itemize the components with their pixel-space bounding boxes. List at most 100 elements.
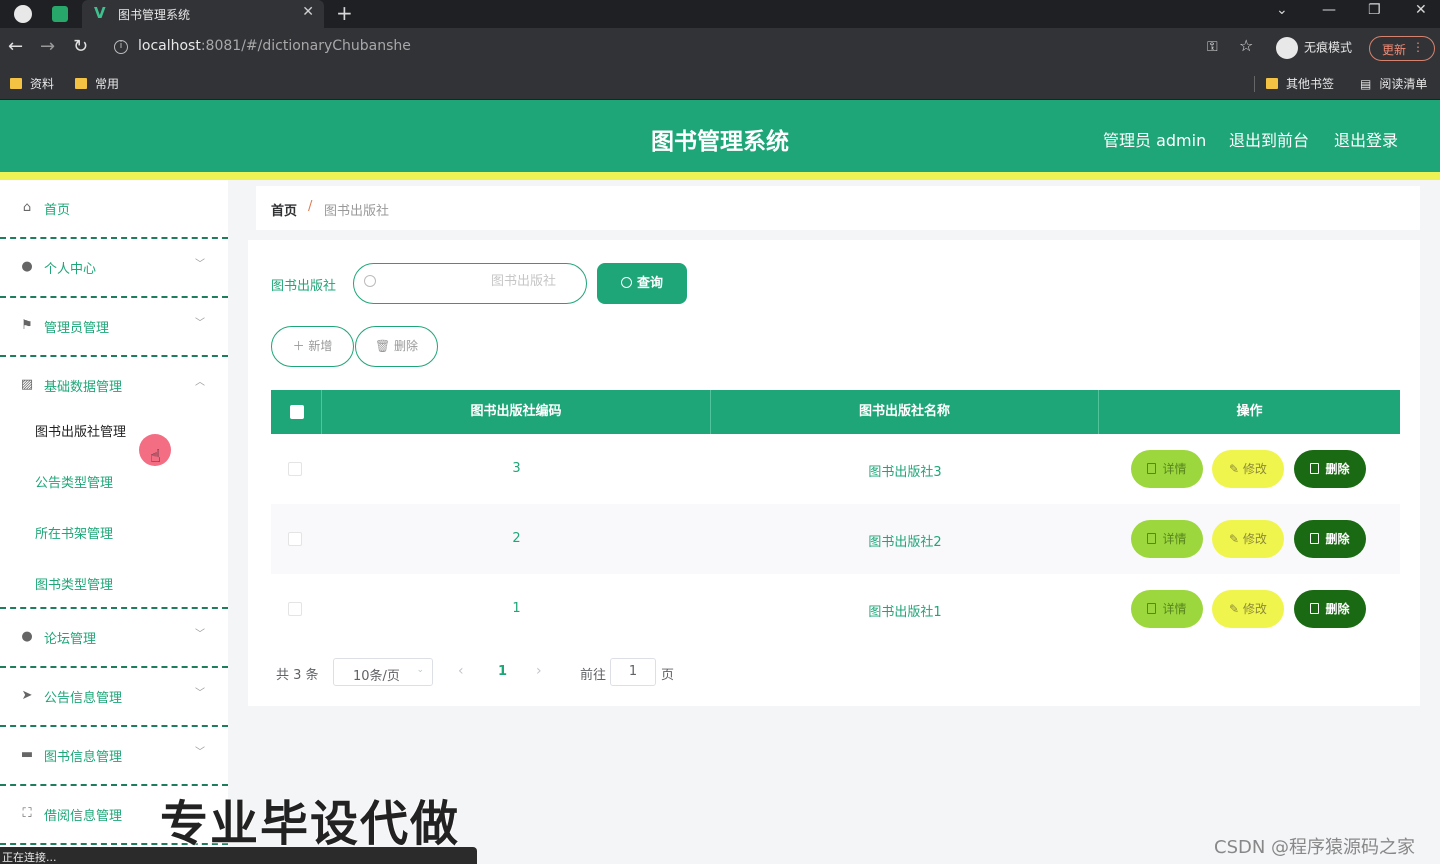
delete-label: 删除 <box>1325 462 1350 476</box>
window-close-icon[interactable]: ✕ <box>1415 2 1427 18</box>
add-button-label: 新增 <box>308 339 333 353</box>
sidebar-item-label: 借阅信息管理 <box>44 809 123 824</box>
sidebar-item-label: 公告信息管理 <box>44 691 123 706</box>
page-size-value: 10条/页 <box>353 669 400 684</box>
browser-profile-icon[interactable] <box>14 5 32 23</box>
delete-label: 删除 <box>1325 532 1350 546</box>
home-icon: ⌂ <box>22 200 32 215</box>
promo-watermark: 专业毕设代做 <box>160 796 461 852</box>
delete-button[interactable]: 删除 <box>1294 590 1366 628</box>
key-icon[interactable]: ⚿ <box>1207 39 1218 55</box>
app-title: 图书管理系统 <box>651 129 789 155</box>
incognito-icon <box>1276 37 1298 59</box>
query-button[interactable]: 查询 <box>597 263 687 304</box>
sidebar-subitem-publisher[interactable]: 图书出版社管理 <box>35 421 126 440</box>
incognito-indicator[interactable]: 无痕模式 <box>1276 37 1352 59</box>
publisher-code-cell: 2 <box>512 531 521 546</box>
search-box[interactable] <box>353 263 587 304</box>
edit-label: 修改 <box>1242 602 1267 616</box>
forward-arrow-icon[interactable]: → <box>40 36 55 57</box>
chevron-down-icon: ﹀ <box>195 259 205 270</box>
pencil-icon: ✎ <box>1229 532 1243 546</box>
back-to-front-link[interactable]: 退出到前台 <box>1229 127 1309 151</box>
search-input[interactable] <box>384 274 580 289</box>
browser-tab-strip: V 图书管理系统 ✕ + ⌄ — ❐ ✕ <box>0 0 1440 28</box>
url-field[interactable]: localhost:8081/#/dictionaryChubanshe <box>138 38 411 54</box>
prev-page-icon[interactable]: ‹ <box>458 663 464 679</box>
edit-button[interactable]: ✎ 修改 <box>1212 520 1284 558</box>
header-accent-strip <box>0 172 1440 180</box>
more-menu-icon[interactable]: ⋮ <box>1412 40 1424 54</box>
star-icon[interactable]: ☆ <box>1239 36 1253 55</box>
sidebar-item-notice[interactable]: ➤ 公告信息管理 ﹀ <box>0 668 228 727</box>
edit-button[interactable]: ✎ 修改 <box>1212 590 1284 628</box>
reading-list[interactable]: ▤ 阅读清单 <box>1360 75 1427 92</box>
restore-icon[interactable]: ❐ <box>1368 2 1381 18</box>
site-info-icon[interactable]: i <box>114 40 128 54</box>
header-select-cell <box>271 390 322 434</box>
sidebar-item-forum[interactable]: ● 论坛管理 ﹀ <box>0 609 228 668</box>
sidebar-item-book-info[interactable]: ▬ 图书信息管理 ﹀ <box>0 727 228 786</box>
detail-label: 详情 <box>1162 602 1187 616</box>
sidebar-item-label: 首页 <box>44 203 71 218</box>
bookmark-folder-changyong[interactable]: 常用 <box>75 75 119 92</box>
reload-icon[interactable]: ↻ <box>73 36 88 57</box>
tab-title: 图书管理系统 <box>118 8 191 22</box>
breadcrumb-home[interactable]: 首页 <box>271 200 297 219</box>
edit-button[interactable]: ✎ 修改 <box>1212 450 1284 488</box>
batch-delete-label: 删除 <box>394 339 419 353</box>
goto-label: 前往 <box>580 668 607 683</box>
new-tab-icon[interactable]: + <box>336 1 353 25</box>
detail-button[interactable]: 详情 <box>1131 450 1203 488</box>
back-arrow-icon[interactable]: ← <box>8 36 23 57</box>
next-page-icon[interactable]: › <box>536 663 542 679</box>
sidebar-subitem-notice-type[interactable]: 公告类型管理 <box>35 472 113 491</box>
goto-page-input[interactable]: 1 <box>610 658 656 686</box>
delete-button[interactable]: 删除 <box>1294 450 1366 488</box>
update-button[interactable]: 更新 ⋮ <box>1369 36 1435 61</box>
pinned-tab-icon[interactable] <box>52 6 68 22</box>
sidebar-subitem-book-type[interactable]: 图书类型管理 <box>35 574 113 593</box>
url-path: :8081/#/dictionaryChubanshe <box>200 38 411 54</box>
page-number-current[interactable]: 1 <box>498 664 507 679</box>
folder-icon <box>75 78 87 89</box>
table-row: 3 图书出版社3 详情 ✎ 修改 删除 <box>271 434 1400 504</box>
trash-icon <box>1310 603 1320 614</box>
detail-button[interactable]: 详情 <box>1131 520 1203 558</box>
sidebar-item-home[interactable]: ⌂ 首页 <box>0 180 228 239</box>
csdn-watermark: CSDN @程序猿源码之家 <box>1214 837 1416 858</box>
edit-label: 修改 <box>1242 462 1267 476</box>
document-icon <box>1147 533 1157 544</box>
sidebar-subitem-shelf[interactable]: 所在书架管理 <box>35 523 113 542</box>
row-checkbox[interactable] <box>288 532 302 546</box>
row-checkbox[interactable] <box>288 462 302 476</box>
row-checkbox[interactable] <box>288 602 302 616</box>
sidebar-item-personal-center[interactable]: ● 个人中心 ﹀ <box>0 239 228 298</box>
chart-icon: ▨ <box>20 377 34 392</box>
chevron-down-icon: ﹀ <box>195 747 205 758</box>
tab-close-icon[interactable]: ✕ <box>302 4 314 20</box>
edit-label: 修改 <box>1242 532 1267 546</box>
batch-delete-button[interactable]: 🗑 删除 <box>355 326 438 367</box>
select-all-checkbox[interactable] <box>290 405 304 419</box>
minimize-icon[interactable]: — <box>1322 2 1336 18</box>
delete-button[interactable]: 删除 <box>1294 520 1366 558</box>
add-button[interactable]: ＋ 新增 <box>271 326 354 367</box>
sidebar-item-label: 个人中心 <box>44 262 97 277</box>
bookmark-other[interactable]: 其他书签 <box>1266 75 1334 92</box>
sidebar-item-admin-management[interactable]: ⚑ 管理员管理 ﹀ <box>0 298 228 357</box>
tab-search-chevron-icon[interactable]: ⌄ <box>1276 2 1288 18</box>
page-size-select[interactable]: 10条/页 ⌄ <box>333 658 433 686</box>
breadcrumb-current: 图书出版社 <box>324 204 390 219</box>
bookmark-folder-ziliao[interactable]: 资料 <box>10 75 54 92</box>
chevron-down-icon: ⌄ <box>416 665 424 675</box>
folder-icon <box>10 78 22 89</box>
publisher-code-cell: 1 <box>512 601 521 616</box>
active-tab[interactable]: V 图书管理系统 ✕ <box>82 0 324 28</box>
logout-link[interactable]: 退出登录 <box>1334 127 1398 151</box>
incognito-label: 无痕模式 <box>1304 40 1353 55</box>
chevron-down-icon: ﹀ <box>195 629 205 640</box>
app-header: 图书管理系统 管理员 admin 退出到前台 退出登录 <box>0 100 1440 172</box>
detail-button[interactable]: 详情 <box>1131 590 1203 628</box>
header-publisher-code: 图书出版社编码 <box>322 390 711 434</box>
